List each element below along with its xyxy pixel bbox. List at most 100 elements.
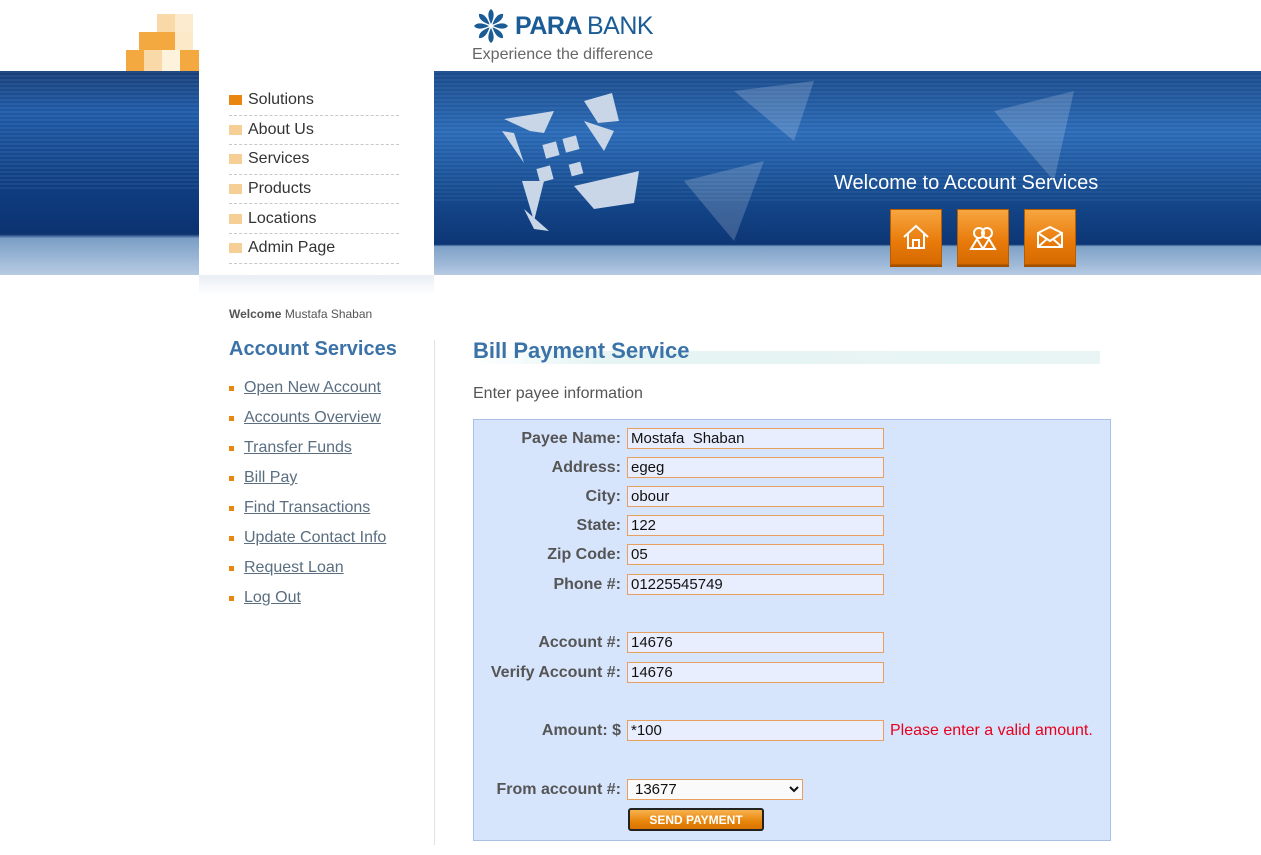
bullet-icon: [229, 385, 234, 391]
state-label: State:: [576, 517, 621, 534]
banner: Welcome to Account Services: [434, 71, 1261, 275]
zip-code-label: Zip Code:: [547, 546, 621, 563]
menu-shadow: [199, 275, 434, 295]
from-account-label: From account #:: [496, 781, 621, 798]
sidebar-item-accounts-overview: Accounts Overview: [229, 403, 386, 433]
banner-left: [0, 71, 199, 275]
bullet-icon: [229, 565, 234, 571]
logo-text-bank: BANK: [586, 11, 654, 40]
menu-bullet-icon: [229, 124, 242, 135]
bullet-icon: [229, 415, 234, 421]
bullet-icon: [229, 445, 234, 451]
menu-item-label: Solutions: [248, 91, 314, 109]
menu-item-solutions[interactable]: Solutions: [229, 86, 399, 116]
welcome-username: Mustafa Shaban: [284, 307, 373, 321]
menu-bullet-icon: [229, 154, 242, 165]
verify-account-input[interactable]: [627, 662, 884, 683]
parabank-flower-icon: [474, 9, 508, 43]
parabank-logo[interactable]: PARA BANK: [473, 6, 654, 46]
state-row: State:: [474, 515, 1110, 537]
menu-item-label: Services: [248, 150, 310, 168]
menu-bullet-icon: [229, 184, 242, 195]
sidebar-divider: [434, 340, 435, 845]
menu-item-admin-page[interactable]: Admin Page: [229, 234, 399, 264]
sidebar-item-bill-pay: Bill Pay: [229, 463, 386, 493]
log-out-link[interactable]: Log Out: [244, 589, 301, 607]
find-transactions-link[interactable]: Find Transactions: [244, 499, 370, 517]
menu-bullet-icon: [229, 95, 242, 106]
menu-item-services[interactable]: Services: [229, 145, 399, 175]
bullet-icon: [229, 505, 234, 511]
sidebar-item-update-contact-info: Update Contact Info: [229, 523, 386, 553]
account-services-title: Account Services: [229, 338, 397, 360]
amount-row: Amount: $ Please enter a valid amount.: [474, 720, 1110, 742]
welcome-label: Welcome: [229, 307, 282, 321]
state-input[interactable]: [627, 515, 884, 536]
menu-item-products[interactable]: Products: [229, 175, 399, 205]
city-input[interactable]: [627, 486, 884, 507]
menu-bullet-icon: [229, 243, 242, 254]
logo-text-para: PARA: [515, 11, 582, 40]
verify-account-label: Verify Account #:: [490, 664, 621, 681]
bill-payment-form: Payee Name: Address: City: State: Zip Co…: [473, 419, 1111, 841]
logo-blocks-graphic: [126, 14, 199, 71]
page-title: Bill Payment Service: [473, 338, 690, 363]
bullet-icon: [229, 475, 234, 481]
menu-item-about-us[interactable]: About Us: [229, 116, 399, 146]
bullet-icon: [229, 595, 234, 601]
transfer-funds-link[interactable]: Transfer Funds: [244, 439, 352, 457]
update-contact-info-link[interactable]: Update Contact Info: [244, 529, 386, 547]
phone-input[interactable]: [627, 574, 884, 595]
menu-item-locations[interactable]: Locations: [229, 204, 399, 234]
about-icon: [969, 227, 997, 250]
amount-error-message: Please enter a valid amount.: [890, 722, 1093, 739]
sidebar-item-open-new-account: Open New Account: [229, 373, 386, 403]
menu-item-label: Locations: [248, 209, 317, 227]
sidebar-item-transfer-funds: Transfer Funds: [229, 433, 386, 463]
menu-item-label: Admin Page: [248, 239, 336, 257]
home-button[interactable]: [890, 209, 942, 265]
payee-name-label: Payee Name:: [521, 430, 621, 447]
welcome-message: Welcome Mustafa Shaban: [229, 307, 372, 321]
menu-bullet-icon: [229, 213, 242, 224]
banner-title: Welcome to Account Services: [834, 172, 1099, 194]
zip-code-row: Zip Code:: [474, 544, 1110, 566]
sidebar-item-request-loan: Request Loan: [229, 553, 386, 583]
zip-code-input[interactable]: [627, 544, 884, 565]
city-row: City:: [474, 486, 1110, 508]
request-loan-link[interactable]: Request Loan: [244, 559, 344, 577]
menu-item-label: Products: [248, 180, 312, 198]
open-new-account-link[interactable]: Open New Account: [244, 379, 381, 397]
sidebar-item-log-out: Log Out: [229, 583, 386, 613]
city-label: City:: [585, 488, 621, 505]
contact-envelope-icon: [1037, 225, 1063, 248]
contact-button[interactable]: [1024, 209, 1076, 265]
tagline: Experience the difference: [472, 46, 654, 63]
address-label: Address:: [551, 459, 621, 476]
accounts-overview-link[interactable]: Accounts Overview: [244, 409, 381, 427]
sidebar-item-find-transactions: Find Transactions: [229, 493, 386, 523]
account-services-nav: Open New Account Accounts Overview Trans…: [229, 373, 386, 613]
home-icon: [903, 224, 929, 249]
phone-row: Phone #:: [474, 574, 1110, 596]
amount-input[interactable]: [627, 720, 884, 741]
payee-name-row: Payee Name:: [474, 428, 1110, 450]
amount-label: Amount: $: [541, 722, 621, 739]
menu-item-label: About Us: [248, 120, 314, 138]
send-payment-button[interactable]: SEND PAYMENT: [628, 808, 764, 831]
top-menu: Solutions About Us Services Products Loc…: [229, 86, 399, 264]
from-account-row: From account #: 13677: [474, 779, 1110, 801]
account-input[interactable]: [627, 632, 884, 653]
about-button[interactable]: [957, 209, 1009, 265]
from-account-select[interactable]: 13677: [627, 779, 803, 800]
account-row: Account #:: [474, 632, 1110, 654]
verify-account-row: Verify Account #:: [474, 662, 1110, 684]
bullet-icon: [229, 535, 234, 541]
address-input[interactable]: [627, 457, 884, 478]
bill-pay-link[interactable]: Bill Pay: [244, 469, 297, 487]
account-label: Account #:: [538, 634, 621, 651]
payee-name-input[interactable]: [627, 428, 884, 449]
phone-label: Phone #:: [553, 576, 621, 593]
page-subtitle: Enter payee information: [473, 385, 643, 402]
address-row: Address:: [474, 457, 1110, 479]
